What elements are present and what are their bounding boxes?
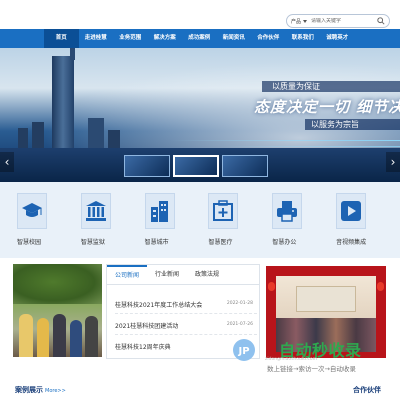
- cases-label: 案例展示: [15, 386, 43, 394]
- nav-item-business[interactable]: 业务范围: [113, 29, 148, 48]
- lantern-icon: [377, 282, 384, 291]
- service-label[interactable]: 智慧校园: [17, 237, 41, 246]
- medical-box-icon[interactable]: [208, 193, 239, 229]
- svg-text:JP: JP: [237, 346, 249, 357]
- banner-next-button[interactable]: ›: [386, 152, 400, 172]
- service-label[interactable]: 智慧监狱: [81, 237, 105, 246]
- banner-prev-button[interactable]: ‹: [0, 152, 14, 172]
- nav-item-news[interactable]: 新闻资讯: [217, 29, 252, 48]
- top-bar: 产品: [0, 0, 400, 29]
- photo-person: [70, 320, 82, 357]
- service-item[interactable]: 智慧校园: [17, 182, 81, 258]
- nav-item-solutions[interactable]: 解决方案: [148, 29, 183, 48]
- banner-thumbnails: [124, 155, 268, 177]
- play-video-icon[interactable]: [336, 193, 367, 229]
- nav-item-about[interactable]: 走进桂慧: [79, 29, 114, 48]
- news-title[interactable]: 桂慧科技12周年庆典: [115, 342, 171, 351]
- photo-person: [19, 314, 33, 357]
- tab-policy[interactable]: 政策法规: [187, 265, 227, 284]
- search-box[interactable]: 产品: [286, 14, 390, 28]
- banner-thumbnail[interactable]: [124, 155, 170, 177]
- page: 产品 首页 走进桂慧 业务范围 解决方案 成功案例 新闻资讯 合作伙伴 联系我们…: [0, 0, 400, 400]
- service-item[interactable]: 智慧医疗: [208, 182, 272, 258]
- news-title[interactable]: 2021桂慧科技团建活动: [115, 321, 178, 330]
- news-title[interactable]: 桂慧科技2021年度工作总结大会: [115, 300, 202, 309]
- prison-building-icon[interactable]: [80, 193, 111, 229]
- photo-person: [85, 316, 98, 357]
- search-icon[interactable]: [377, 17, 385, 25]
- search-category-select[interactable]: 产品: [291, 18, 301, 25]
- more-link[interactable]: More>>: [45, 388, 66, 394]
- news-item[interactable]: 桂慧科技2021年度工作总结大会 2022-01-28: [115, 294, 257, 314]
- banner-thumbnail[interactable]: [222, 155, 268, 177]
- service-label[interactable]: 智慧办公: [272, 237, 296, 246]
- service-item[interactable]: 智慧城市: [144, 182, 209, 258]
- photo-tree: [13, 264, 102, 304]
- case-photo[interactable]: [13, 264, 102, 357]
- tab-company-news[interactable]: 公司新闻: [107, 265, 147, 284]
- skyscraper: [52, 56, 74, 156]
- graduation-cap-icon[interactable]: [17, 193, 47, 229]
- banner-slogan-main: 态度决定一切 细节决: [254, 98, 400, 116]
- service-item[interactable]: 智慧办公: [272, 182, 336, 258]
- nav-item-contact[interactable]: 联系我们: [286, 29, 321, 48]
- banner-slogan-service: 以服务为宗旨: [305, 119, 400, 130]
- stage-screen: [296, 286, 356, 312]
- light-streak: [170, 140, 400, 141]
- service-label[interactable]: 音视频集成: [336, 237, 366, 246]
- news-date: 2021-07-26: [226, 322, 253, 327]
- partners-heading: 合作伙伴: [353, 386, 381, 394]
- news-date: 2022-01-28: [226, 301, 253, 306]
- service-label[interactable]: 智慧城市: [145, 237, 169, 246]
- news-item[interactable]: 2021桂慧科技团建活动 2021-07-26: [115, 315, 257, 335]
- banner-slogan-quality: 以质量为保证: [262, 81, 400, 92]
- chevron-down-icon[interactable]: [303, 19, 308, 23]
- services-row: 智慧校园 智慧监狱 智慧城市 智慧医疗 智慧办公 音视频集成: [0, 182, 400, 258]
- hero-banner: 以质量为保证 态度决定一切 细节决 以服务为宗旨 ‹ ›: [0, 48, 400, 182]
- printer-icon[interactable]: [272, 193, 303, 229]
- watermark-url: zidongmiaoshoulu.com: [265, 357, 318, 362]
- banner-thumbnail-active[interactable]: [173, 155, 219, 177]
- search-input[interactable]: [311, 18, 372, 24]
- photo-person: [53, 314, 66, 357]
- light-streak: [220, 146, 400, 147]
- main-nav: 首页 走进桂慧 业务范围 解决方案 成功案例 新闻资讯 合作伙伴 联系我们 诚聘…: [0, 29, 400, 48]
- nav-item-cases[interactable]: 成功案例: [182, 29, 217, 48]
- tab-industry-news[interactable]: 行业新闻: [147, 265, 187, 284]
- skyscraper: [70, 48, 75, 60]
- service-item[interactable]: 音视频集成: [336, 182, 400, 258]
- city-buildings-icon[interactable]: [144, 193, 175, 229]
- news-tabs: 公司新闻 行业新闻 政策法规: [107, 265, 259, 285]
- nav-item-careers[interactable]: 诚聘英才: [320, 29, 355, 48]
- photo-person: [37, 318, 49, 357]
- building: [88, 118, 104, 152]
- lantern-icon: [268, 282, 275, 291]
- watermark-logo-icon: JP: [233, 339, 255, 361]
- service-item[interactable]: 智慧监狱: [80, 182, 145, 258]
- service-label[interactable]: 智慧医疗: [208, 237, 232, 246]
- watermark-subtitle: 数上链接→索访一次→自动收录: [267, 365, 356, 373]
- nav-item-home[interactable]: 首页: [44, 29, 79, 48]
- cases-heading: 案例展示 More>>: [15, 385, 66, 395]
- nav-item-partners[interactable]: 合作伙伴: [251, 29, 286, 48]
